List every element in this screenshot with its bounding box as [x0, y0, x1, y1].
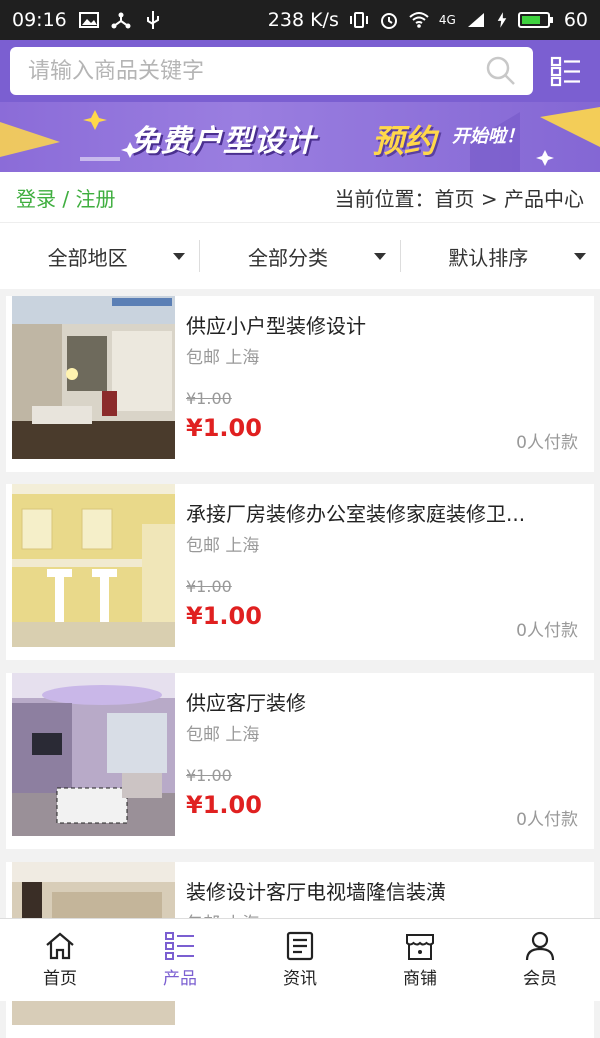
signal-icon [467, 13, 484, 27]
product-image[interactable] [12, 296, 175, 459]
menu-icon [550, 56, 580, 87]
product-image[interactable] [12, 673, 175, 836]
nav-store[interactable]: 商铺 [360, 919, 480, 1001]
search-box[interactable] [10, 47, 533, 95]
nav-home[interactable]: 首页 [0, 919, 120, 1001]
battery-icon [517, 12, 553, 28]
battery-level: 60 [563, 9, 588, 31]
product-price: ¥1.00 [186, 414, 262, 442]
news-icon [286, 931, 314, 961]
banner-headline: 免费户型设计 [130, 124, 316, 159]
product-sales-count: 0人付款 [516, 433, 578, 453]
filter-label: 全部分类 [247, 245, 328, 270]
product-shipping: 包邮 上海 [186, 536, 260, 556]
breadcrumb: 当前位置：首页 > 产品中心 [334, 186, 584, 211]
gallery-icon [78, 12, 99, 28]
status-bar: 09:16 238 K/s 4G 60 [0, 0, 600, 40]
banner-subtext: 开始啦！ [452, 126, 524, 147]
user-icon [525, 931, 555, 961]
chevron-down-icon [173, 253, 186, 260]
product-title[interactable]: 供应小户型装修设计 [186, 310, 581, 339]
nav-label: 商铺 [403, 969, 437, 989]
nav-label: 产品 [163, 969, 197, 989]
alarm-icon [380, 13, 397, 29]
product-shipping: 包邮 上海 [186, 348, 260, 368]
product-image[interactable] [12, 484, 175, 647]
network-speed: 238 K/s [267, 9, 339, 31]
list-icon [165, 932, 194, 960]
filter-category[interactable]: 全部分类 [199, 240, 399, 272]
network-type: 4G [438, 13, 456, 27]
chevron-down-icon [573, 253, 586, 260]
category-menu-button[interactable] [541, 46, 591, 96]
product-card[interactable]: 承接厂房装修办公室装修家庭装修卫... 包邮 上海 ¥1.00 ¥1.00 0人… [6, 484, 594, 660]
product-original-price: ¥1.00 [186, 389, 232, 408]
login-register-link[interactable]: 登录 / 注册 [16, 183, 115, 212]
product-title[interactable]: 装修设计客厅电视墙隆信装潢 [186, 876, 581, 905]
chevron-down-icon [373, 253, 386, 260]
search-icon[interactable] [485, 55, 517, 87]
search-input[interactable] [26, 57, 485, 85]
nav-news[interactable]: 资讯 [240, 919, 360, 1001]
product-shipping: 包邮 上海 [186, 725, 260, 745]
charging-icon [497, 12, 507, 28]
nav-label: 首页 [43, 969, 77, 989]
product-card[interactable]: 供应小户型装修设计 包邮 上海 ¥1.00 ¥1.00 0人付款 [6, 296, 594, 472]
product-original-price: ¥1.00 [186, 766, 232, 785]
nav-products[interactable]: 产品 [120, 919, 240, 1001]
vibrate-icon [349, 12, 368, 28]
product-original-price: ¥1.00 [186, 577, 232, 596]
banner-highlight: 预约 [372, 122, 437, 160]
bottom-nav: 首页 产品 资讯 商铺 会员 [0, 918, 600, 1001]
filter-bar: 全部地区 全部分类 默认排序 [0, 222, 600, 289]
nav-label: 会员 [523, 969, 557, 989]
usb-icon [146, 11, 159, 29]
filter-label: 默认排序 [448, 245, 529, 270]
product-sales-count: 0人付款 [516, 810, 578, 830]
share-icon [111, 12, 131, 29]
clock: 09:16 [12, 9, 67, 31]
promo-banner[interactable]: 免费户型设计 预约 开始啦！ [0, 102, 600, 172]
nav-member[interactable]: 会员 [480, 919, 600, 1001]
product-title[interactable]: 供应客厅装修 [186, 687, 581, 716]
filter-region[interactable]: 全部地区 [0, 240, 199, 272]
nav-label: 资讯 [283, 969, 317, 989]
store-icon [406, 934, 434, 960]
product-price: ¥1.00 [186, 602, 262, 630]
filter-sort[interactable]: 默认排序 [399, 240, 600, 272]
product-price: ¥1.00 [186, 791, 262, 819]
breadcrumb-bar: 登录 / 注册 当前位置：首页 > 产品中心 [0, 172, 600, 222]
home-icon [46, 932, 74, 960]
product-title[interactable]: 承接厂房装修办公室装修家庭装修卫... [186, 498, 581, 527]
header-bar [0, 40, 600, 102]
product-card[interactable]: 供应客厅装修 包邮 上海 ¥1.00 ¥1.00 0人付款 [6, 673, 594, 849]
wifi-icon [409, 12, 429, 28]
product-sales-count: 0人付款 [516, 621, 578, 641]
filter-label: 全部地区 [47, 245, 128, 270]
